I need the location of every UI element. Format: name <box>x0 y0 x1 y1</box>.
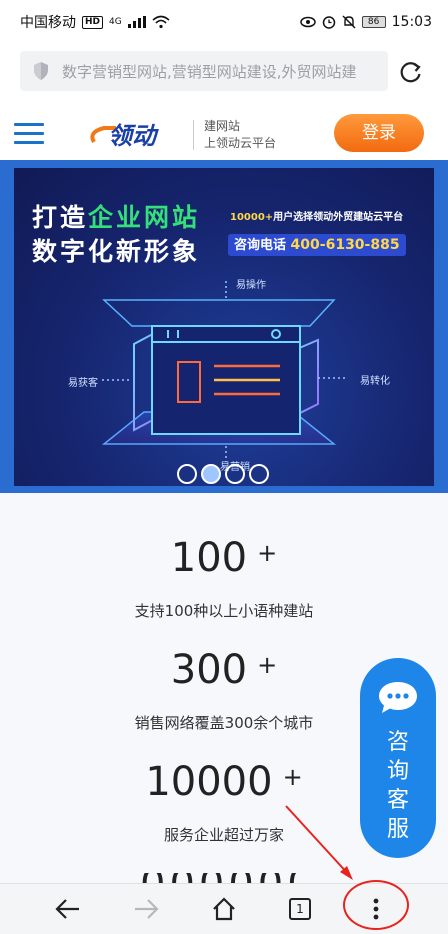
address-bar[interactable]: 数字营销型网站,营销型网站建设,外贸网站建 <box>20 51 388 91</box>
logo-tagline: 建网站 上领动云平台 <box>204 118 276 152</box>
menu-icon[interactable] <box>14 123 44 145</box>
carrier-name: 中国移动 <box>20 15 76 31</box>
logo-text: 领动 <box>108 122 159 150</box>
battery-icon: 86 <box>361 16 386 28</box>
status-bar: 中国移动 HD 4G 86 15:03 <box>0 0 448 44</box>
carousel-dot-2[interactable] <box>201 464 221 484</box>
more-button[interactable] <box>360 893 392 925</box>
tagline-line2: 上领动云平台 <box>204 136 277 150</box>
url-text: 数字营销型网站,营销型网站建设,外贸网站建 <box>62 62 357 81</box>
stat-number-1: 100 + <box>170 535 278 581</box>
banner-slide[interactable]: 打造企业网站 数字化新形象 10000+用户选择领动外贸建站云平台 咨询电话 4… <box>14 168 434 486</box>
carousel-dot-4[interactable] <box>249 464 269 484</box>
signal-icon <box>127 16 146 28</box>
site-header: 领动 建网站 上领动云平台 登录 <box>0 104 448 160</box>
banner-label-top: 易操作 <box>236 280 266 291</box>
customer-service-label: 咨询客服 <box>386 730 409 842</box>
network-type: 4G <box>109 17 122 27</box>
back-button[interactable] <box>52 893 84 925</box>
logo-divider <box>193 120 194 150</box>
isometric-website-illustration <box>101 280 348 462</box>
stat-number-4-partial: 000000 <box>140 873 300 883</box>
logo[interactable]: 领动 <box>86 118 182 152</box>
forward-button[interactable] <box>130 893 162 925</box>
banner-label-left: 易获客 <box>68 378 98 389</box>
carousel-indicators <box>177 464 269 484</box>
hero-banner[interactable]: 打造企业网站 数字化新形象 10000+用户选择领动外贸建站云平台 咨询电话 4… <box>0 160 448 493</box>
tabs-icon: 1 <box>289 898 311 920</box>
chat-bubble-icon <box>379 682 417 713</box>
wifi-icon <box>152 15 170 29</box>
carousel-dot-1[interactable] <box>177 464 197 484</box>
hd-badge: HD <box>82 15 104 29</box>
shield-icon <box>34 62 48 80</box>
home-button[interactable] <box>208 893 240 925</box>
more-icon <box>373 898 379 920</box>
carousel-dot-3[interactable] <box>225 464 245 484</box>
tabs-button[interactable]: 1 <box>284 893 316 925</box>
forward-icon <box>135 899 159 919</box>
home-icon <box>213 897 235 921</box>
reload-icon[interactable] <box>398 59 424 85</box>
mute-icon <box>342 15 356 29</box>
time: 15:03 <box>391 14 432 30</box>
alarm-icon <box>322 16 335 29</box>
login-button[interactable]: 登录 <box>334 114 424 152</box>
tagline-line1: 建网站 <box>204 119 241 133</box>
browser-bottom-bar: 1 <box>0 883 448 934</box>
back-icon <box>55 899 79 919</box>
eye-icon <box>299 16 316 28</box>
customer-service-button[interactable]: 咨询客服 <box>360 658 436 858</box>
banner-label-right: 易转化 <box>360 376 390 387</box>
stat-desc-1: 支持100种以上小语种建站 <box>134 602 314 620</box>
